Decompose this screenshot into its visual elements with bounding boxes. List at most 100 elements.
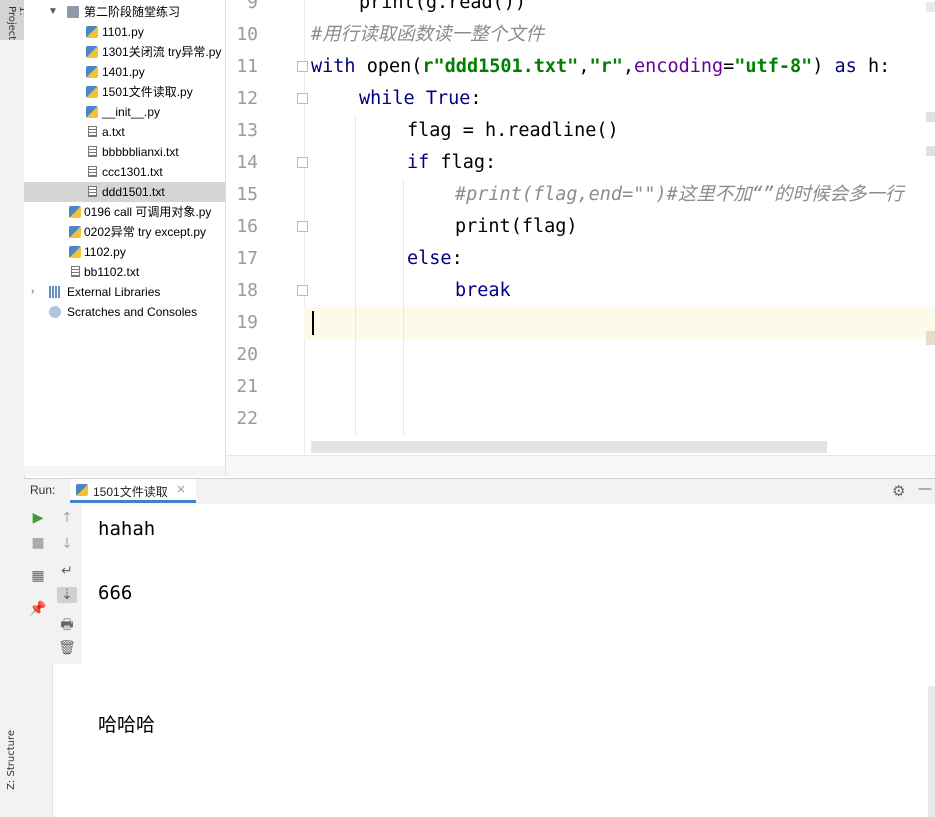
console-line: hahah: [98, 518, 156, 540]
tree-file-row-selected[interactable]: ddd1501.txt: [24, 182, 225, 202]
code-token: :: [451, 248, 463, 269]
code-comment: #print(flag,end="")#这里不加“”的时候会多一行: [455, 184, 904, 205]
python-file-icon: [69, 226, 81, 238]
run-tab-label: 1501文件读取: [93, 485, 168, 499]
code-token: ,: [622, 56, 635, 77]
tree-file-row[interactable]: __init__.py: [24, 102, 225, 122]
tree-file-label: bbbbblianxi.txt: [102, 145, 179, 159]
fold-marker[interactable]: [297, 221, 308, 232]
line-number: 15: [236, 184, 258, 205]
line-number: 12: [236, 88, 258, 109]
code-line: while True:: [359, 83, 482, 115]
close-icon[interactable]: ×: [176, 482, 186, 496]
tree-file-row[interactable]: 1501文件读取.py: [24, 82, 225, 102]
line-number: 22: [236, 408, 258, 429]
project-tool-tab[interactable]: 1: Project: [0, 0, 28, 40]
rerun-icon[interactable]: ▶: [28, 510, 48, 526]
left-tool-strip: [0, 0, 25, 817]
project-tree-scrollbar[interactable]: [24, 466, 225, 476]
python-file-icon: [86, 46, 98, 58]
layout-icon[interactable]: ▦: [28, 568, 48, 584]
indent-guide: [355, 115, 356, 435]
code-token: ): [812, 56, 835, 77]
indent-guide: [403, 179, 404, 435]
tree-file-label: ddd1501.txt: [102, 185, 165, 199]
code-line: print(g.read()): [359, 0, 527, 13]
tree-file-label: bb1102.txt: [84, 265, 140, 279]
tree-file-row[interactable]: 1101.py: [24, 22, 225, 42]
tree-file-label: 1101.py: [102, 25, 144, 39]
tree-file-row[interactable]: a.txt: [24, 122, 225, 142]
fold-marker[interactable]: [297, 93, 308, 104]
structure-tool-tab-label: Z: Structure: [6, 730, 17, 790]
scratches-label: Scratches and Consoles: [67, 305, 198, 319]
code-line: flag = h.readline(): [407, 120, 619, 141]
arrow-down-icon[interactable]: ↓: [57, 536, 77, 552]
scroll-to-end-icon[interactable]: ⇣: [57, 587, 77, 603]
folder-icon: [67, 6, 79, 18]
external-libraries-row[interactable]: › External Libraries: [24, 282, 225, 302]
scratches-row[interactable]: Scratches and Consoles: [24, 302, 225, 322]
run-toolbar-primary: ▶ ■ ▦ 📌: [24, 504, 53, 817]
tree-file-label: 1501文件读取.py: [102, 85, 193, 99]
arrow-up-icon[interactable]: ↑: [57, 510, 77, 526]
pin-icon[interactable]: 📌: [28, 601, 48, 617]
string-token: "r": [589, 56, 623, 77]
soft-wrap-icon[interactable]: ↵: [57, 563, 77, 579]
python-file-icon: [86, 86, 98, 98]
console-output[interactable]: [82, 504, 935, 817]
print-icon[interactable]: 🖶: [57, 614, 77, 638]
gear-icon[interactable]: ⚙: [892, 482, 905, 500]
python-icon: [76, 484, 88, 496]
code-line: break: [455, 275, 511, 307]
python-file-icon: [86, 66, 98, 78]
editor-horizontal-scrollbar[interactable]: [311, 441, 827, 453]
line-number: 9: [247, 0, 258, 13]
line-number: 18: [236, 280, 258, 301]
tree-file-row[interactable]: bb1102.txt: [24, 262, 225, 282]
library-icon: [49, 286, 61, 298]
tree-file-row[interactable]: ccc1301.txt: [24, 162, 225, 182]
structure-tool-tab[interactable]: Z: Structure: [3, 730, 23, 814]
trash-icon[interactable]: 🗑: [57, 640, 77, 656]
tree-file-row[interactable]: 1102.py: [24, 242, 225, 262]
code-token: =: [723, 56, 735, 77]
chevron-right-icon[interactable]: ›: [31, 282, 34, 302]
chevron-down-icon[interactable]: ▼: [48, 2, 58, 22]
text-file-icon: [88, 186, 97, 197]
tree-folder-label: 第二阶段随堂练习: [84, 5, 181, 19]
tree-file-row[interactable]: bbbbblianxi.txt: [24, 142, 225, 162]
line-number: 21: [236, 376, 258, 397]
minimize-icon[interactable]: —: [918, 481, 932, 497]
text-file-icon: [88, 166, 97, 177]
keyword: with: [311, 56, 356, 77]
tree-file-label: 0202异常 try except.py: [84, 225, 207, 239]
tree-file-row[interactable]: 0196 call 可调用对象.py: [24, 202, 225, 222]
line-number: 19: [236, 312, 258, 333]
python-file-icon: [69, 246, 81, 258]
tree-file-label: a.txt: [102, 125, 125, 139]
fold-marker[interactable]: [297, 285, 308, 296]
text-file-icon: [71, 266, 80, 277]
fold-marker[interactable]: [297, 157, 308, 168]
tree-file-row[interactable]: 1301关闭流 try异常.py: [24, 42, 225, 62]
external-libraries-label: External Libraries: [67, 285, 161, 299]
tree-file-label: 1301关闭流 try异常.py: [102, 45, 222, 59]
tree-file-label: __init__.py: [102, 105, 161, 119]
stop-icon[interactable]: ■: [28, 535, 48, 551]
code-line: else:: [407, 243, 463, 275]
code-line: if flag:: [407, 147, 496, 179]
python-file-icon: [86, 106, 98, 118]
fold-marker[interactable]: [297, 61, 308, 72]
tree-file-row[interactable]: 0202异常 try except.py: [24, 222, 225, 242]
console-scrollbar[interactable]: [928, 686, 935, 817]
console-line: 666: [98, 582, 133, 604]
code-token: ,: [578, 56, 590, 77]
line-number: 11: [236, 56, 258, 77]
tree-folder-row[interactable]: ▼ 第二阶段随堂练习: [24, 2, 225, 22]
text-caret: [312, 311, 314, 335]
keyword: True: [425, 88, 471, 109]
tree-file-row[interactable]: 1401.py: [24, 62, 225, 82]
python-file-icon: [69, 206, 81, 218]
